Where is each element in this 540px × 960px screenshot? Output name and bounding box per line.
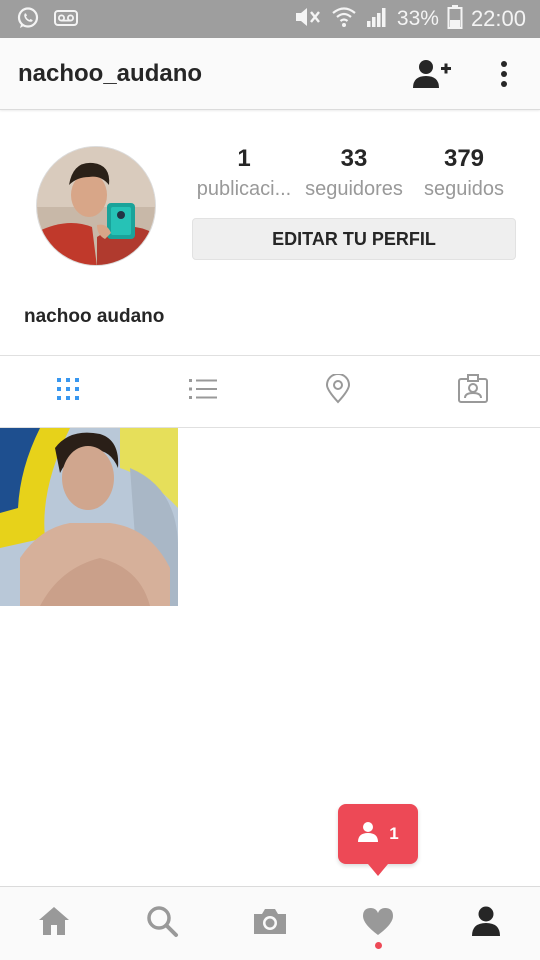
home-icon — [37, 905, 71, 942]
profile-avatar[interactable] — [36, 146, 156, 266]
nav-camera[interactable] — [216, 887, 324, 960]
signal-icon — [365, 5, 389, 34]
nav-home[interactable] — [0, 887, 108, 960]
grid-icon — [56, 377, 80, 406]
person-icon — [357, 821, 379, 848]
followers-count[interactable]: 33 seguidores — [302, 144, 406, 204]
tagged-photos-icon — [457, 374, 489, 409]
whatsapp-icon — [16, 6, 40, 35]
posts-count-label: publicaci... — [196, 178, 292, 200]
location-pin-icon — [325, 373, 351, 409]
tab-grid[interactable] — [0, 356, 135, 427]
header-username: nachoo_audano — [18, 60, 203, 87]
status-bar: 33% 22:00 — [0, 0, 540, 38]
add-user-icon[interactable] — [412, 58, 452, 90]
bottom-navigation — [0, 886, 540, 960]
tab-location[interactable] — [270, 356, 405, 427]
wifi-icon — [331, 5, 357, 34]
profile-view-tabs — [0, 355, 540, 428]
edit-profile-button[interactable]: EDITAR TU PERFIL — [192, 218, 516, 260]
activity-count: 1 — [389, 824, 399, 843]
tab-list[interactable] — [135, 356, 270, 427]
tab-tagged[interactable] — [405, 356, 540, 427]
following-count-label: seguidos — [423, 178, 505, 200]
notification-dot — [375, 942, 382, 949]
nav-search[interactable] — [108, 887, 216, 960]
profile-stats: 1 publicaci... 33 seguidores 379 seguido… — [192, 144, 516, 204]
activity-notification-popover[interactable]: 1 — [338, 804, 418, 876]
profile-icon — [470, 905, 502, 942]
heart-icon — [361, 906, 395, 941]
followers-count-value: 33 — [340, 145, 368, 172]
search-icon — [145, 904, 179, 943]
list-icon — [188, 377, 218, 406]
camera-icon — [252, 906, 288, 941]
battery-icon — [447, 4, 463, 35]
posts-count[interactable]: 1 publicaci... — [192, 144, 296, 204]
posts-count-value: 1 — [237, 145, 251, 172]
voicemail-icon — [54, 7, 78, 34]
nav-profile[interactable] — [432, 887, 540, 960]
following-count[interactable]: 379 seguidos — [412, 144, 516, 204]
more-options-icon[interactable] — [492, 56, 516, 92]
profile-full-name: nachoo audano — [24, 306, 165, 327]
profile-header: nachoo_audano — [0, 38, 540, 110]
battery-percent: 33% — [396, 7, 439, 30]
following-count-value: 379 — [443, 145, 485, 172]
clock: 22:00 — [470, 6, 526, 31]
nav-activity[interactable] — [324, 887, 432, 960]
post-thumbnail[interactable] — [0, 428, 178, 606]
followers-count-label: seguidores — [305, 178, 403, 200]
mute-icon — [293, 5, 323, 34]
